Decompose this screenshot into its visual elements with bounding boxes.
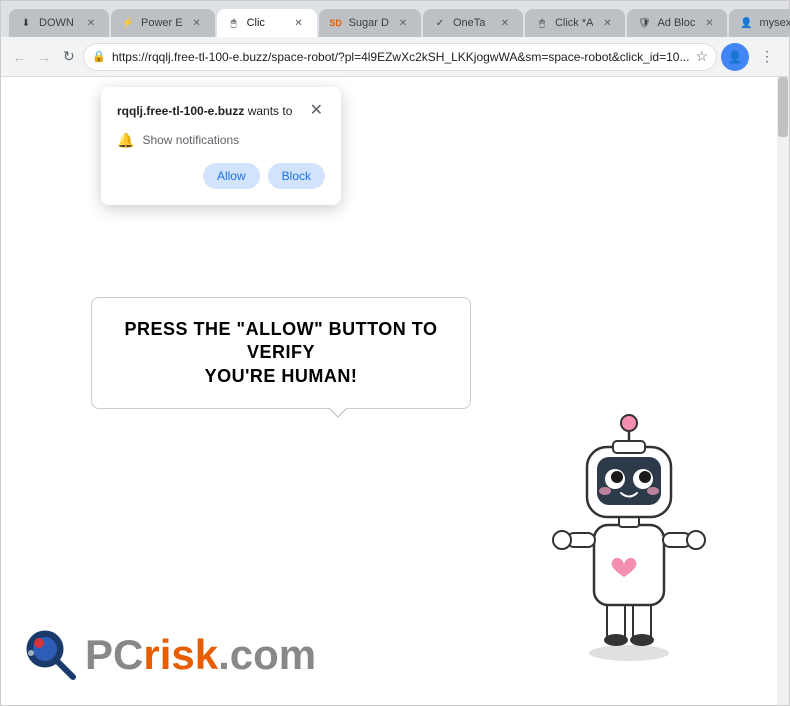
notification-popup: rqqlj.free-tl-100-e.buzz wants to ✕ 🔔 Sh…: [101, 87, 341, 205]
tab-3-favicon: 🖱: [227, 16, 241, 30]
tab-4-favicon: SD: [329, 16, 343, 30]
speech-line2: YOU'RE HUMAN!: [205, 366, 358, 386]
address-bar[interactable]: 🔒 https://rqqlj.free-tl-100-e.buzz/space…: [83, 43, 717, 71]
tab-8-label: mysexy: [759, 17, 790, 29]
tab-2-label: Power E: [141, 17, 183, 29]
speech-bubble: PRESS THE "ALLOW" BUTTON TO VERIFY YOU'R…: [91, 297, 471, 409]
title-bar: ⬇ DOWN ✕ ⚡ Power E ✕ 🖱 Clic ✕ SD Sugar D…: [1, 1, 789, 37]
tab-5-favicon: ✓: [433, 16, 447, 30]
robot-image: [529, 385, 729, 645]
tab-5-label: OneTa: [453, 17, 491, 29]
tab-3-label: Clic: [247, 17, 285, 29]
notification-buttons: Allow Block: [117, 163, 325, 189]
tab-1[interactable]: ⬇ DOWN ✕: [9, 9, 109, 37]
pcrisk-icon: [21, 625, 81, 685]
notification-title: rqqlj.free-tl-100-e.buzz wants to: [117, 103, 292, 120]
risk-text: risk: [143, 631, 218, 678]
bell-icon: 🔔: [117, 132, 134, 149]
tab-3[interactable]: 🖱 Clic ✕: [217, 9, 317, 37]
page-content: rqqlj.free-tl-100-e.buzz wants to ✕ 🔔 Sh…: [1, 77, 789, 705]
bookmark-icon[interactable]: ☆: [695, 48, 708, 65]
tab-2-close[interactable]: ✕: [189, 15, 205, 31]
speech-text: PRESS THE "ALLOW" BUTTON TO VERIFY YOU'R…: [116, 318, 446, 388]
url-text: https://rqqlj.free-tl-100-e.buzz/space-r…: [112, 50, 690, 64]
tab-7[interactable]: 🛡 Ad Bloc ✕: [627, 9, 727, 37]
lock-icon: 🔒: [92, 50, 106, 63]
block-button[interactable]: Block: [268, 163, 325, 189]
notification-header: rqqlj.free-tl-100-e.buzz wants to ✕: [117, 103, 325, 120]
profile-icon[interactable]: 👤: [721, 43, 749, 71]
tab-4-label: Sugar D: [349, 17, 389, 29]
tab-1-close[interactable]: ✕: [83, 15, 99, 31]
pcrisk-logo: PCrisk.com: [21, 625, 316, 685]
tab-5-close[interactable]: ✕: [497, 15, 513, 31]
tab-8-favicon: 👤: [739, 16, 753, 30]
menu-icon[interactable]: ⋮: [753, 43, 781, 71]
tab-7-label: Ad Bloc: [657, 17, 695, 29]
pcrisk-text: PCrisk.com: [85, 634, 316, 676]
tab-7-favicon: 🛡: [637, 16, 651, 30]
tab-6-favicon: 🖱: [535, 16, 549, 30]
scrollbar-thumb[interactable]: [778, 77, 788, 137]
notification-body-text: Show notifications: [142, 133, 239, 147]
notification-close-button[interactable]: ✕: [308, 103, 325, 119]
tab-2-favicon: ⚡: [121, 16, 135, 30]
reload-button[interactable]: ↻: [59, 43, 80, 71]
tab-7-close[interactable]: ✕: [701, 15, 717, 31]
tab-4[interactable]: SD Sugar D ✕: [319, 9, 421, 37]
toolbar-right: 👤 ⋮: [721, 43, 781, 71]
tab-1-label: DOWN: [39, 17, 77, 29]
tab-strip: ⬇ DOWN ✕ ⚡ Power E ✕ 🖱 Clic ✕ SD Sugar D…: [9, 1, 790, 37]
speech-line1: PRESS THE "ALLOW" BUTTON TO VERIFY: [125, 319, 438, 362]
tab-2[interactable]: ⚡ Power E ✕: [111, 9, 215, 37]
tab-6-close[interactable]: ✕: [599, 15, 615, 31]
tab-6[interactable]: 🖱 Click *A ✕: [525, 9, 626, 37]
scrollbar[interactable]: [777, 77, 789, 705]
tab-8[interactable]: 👤 mysexy ✕: [729, 9, 790, 37]
back-button[interactable]: ←: [9, 43, 30, 71]
tab-6-label: Click *A: [555, 17, 594, 29]
notification-site: rqqlj.free-tl-100-e.buzz: [117, 104, 244, 118]
notification-wants: wants to: [244, 104, 292, 118]
browser-window: ⬇ DOWN ✕ ⚡ Power E ✕ 🖱 Clic ✕ SD Sugar D…: [0, 0, 790, 706]
forward-button[interactable]: →: [34, 43, 55, 71]
notification-body: 🔔 Show notifications: [117, 132, 325, 149]
pc-text: PC: [85, 631, 143, 678]
tab-1-favicon: ⬇: [19, 16, 33, 30]
toolbar: ← → ↻ 🔒 https://rqqlj.free-tl-100-e.buzz…: [1, 37, 789, 77]
tab-3-close[interactable]: ✕: [291, 15, 307, 31]
dotcom-text: .com: [218, 631, 316, 678]
tab-5[interactable]: ✓ OneTa ✕: [423, 9, 523, 37]
speech-bubble-container: PRESS THE "ALLOW" BUTTON TO VERIFY YOU'R…: [91, 297, 471, 409]
tab-4-close[interactable]: ✕: [395, 15, 411, 31]
allow-button[interactable]: Allow: [203, 163, 260, 189]
